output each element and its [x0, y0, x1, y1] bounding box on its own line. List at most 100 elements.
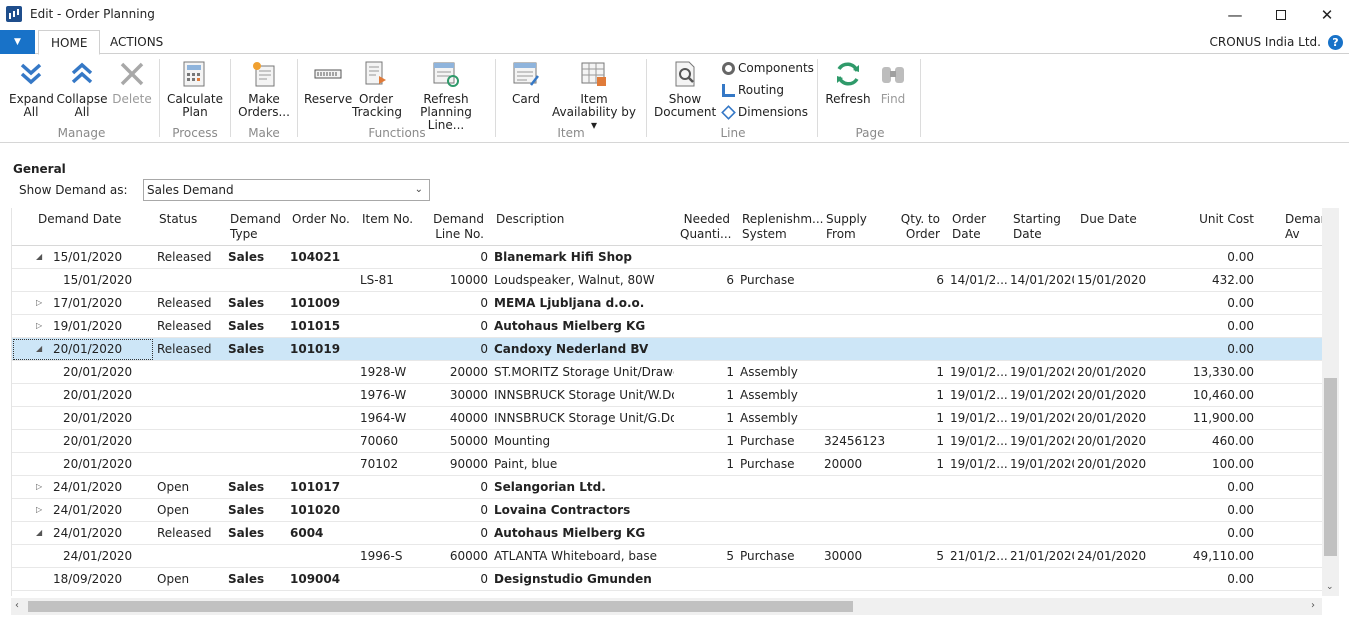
- column-header-demand-date[interactable]: Demand Date: [38, 212, 121, 227]
- cell-replenishment-system[interactable]: Assembly: [740, 407, 820, 430]
- cell-order-date[interactable]: 19/01/2...: [950, 361, 1010, 384]
- cell-demand-date[interactable]: 20/01/2020: [63, 384, 153, 407]
- cell-due-date[interactable]: [1077, 568, 1147, 591]
- cell-qty-to-order[interactable]: [892, 568, 944, 591]
- cell-unit-cost[interactable]: 13,330.00: [1162, 361, 1254, 384]
- cell-demand-date[interactable]: 20/01/2020: [63, 407, 153, 430]
- cell-demand-date[interactable]: 17/01/2020: [53, 292, 143, 315]
- expand-row-icon[interactable]: ▷: [36, 315, 42, 338]
- cell-demand-line-no[interactable]: 0: [426, 499, 488, 522]
- components-button[interactable]: Components: [722, 61, 814, 75]
- cell-description[interactable]: ST.MORITZ Storage Unit/Drawers: [494, 361, 674, 384]
- cell-demand-date[interactable]: 24/01/2020: [53, 522, 143, 545]
- cell-starting-date[interactable]: [1010, 499, 1074, 522]
- expand-row-icon[interactable]: ▷: [36, 292, 42, 315]
- cell-supply-from[interactable]: [824, 361, 890, 384]
- cell-order-date[interactable]: 21/01/2...: [950, 545, 1010, 568]
- cell-demand-date[interactable]: 20/01/2020: [63, 361, 153, 384]
- cell-supply-from[interactable]: [824, 246, 890, 269]
- cell-qty-to-order[interactable]: 1: [892, 407, 944, 430]
- cell-item-no[interactable]: LS-81: [360, 269, 426, 292]
- cell-unit-cost[interactable]: 0.00: [1162, 499, 1254, 522]
- reserve-button[interactable]: Reserve: [304, 59, 352, 106]
- tab-home[interactable]: HOME: [38, 30, 101, 55]
- cell-starting-date[interactable]: [1010, 315, 1074, 338]
- cell-qty-to-order[interactable]: 1: [892, 384, 944, 407]
- cell-qty-to-order[interactable]: [892, 522, 944, 545]
- vertical-scroll-thumb[interactable]: [1324, 378, 1337, 556]
- cell-demand-type[interactable]: [228, 545, 286, 568]
- cell-replenishment-system[interactable]: [740, 522, 820, 545]
- cell-item-no[interactable]: 1976-W: [360, 384, 426, 407]
- cell-description[interactable]: INNSBRUCK Storage Unit/G.Door: [494, 407, 674, 430]
- cell-order-no[interactable]: [290, 361, 356, 384]
- cell-needed-quantity[interactable]: 6: [680, 269, 734, 292]
- cell-order-date[interactable]: 19/01/2...: [950, 430, 1010, 453]
- collapse-row-icon[interactable]: ◢: [36, 522, 42, 545]
- cell-item-no[interactable]: 70060: [360, 430, 426, 453]
- scroll-right-icon[interactable]: ›: [1311, 600, 1315, 611]
- cell-order-no[interactable]: [290, 269, 356, 292]
- cell-demand-type[interactable]: Sales: [228, 476, 286, 499]
- cell-unit-cost[interactable]: 0.00: [1162, 246, 1254, 269]
- cell-starting-date[interactable]: 19/01/2020: [1010, 407, 1074, 430]
- item-availability-by-button[interactable]: Item Availability by ▾: [552, 59, 636, 132]
- delete-button[interactable]: Delete: [112, 59, 152, 106]
- cell-replenishment-system[interactable]: Purchase: [740, 545, 820, 568]
- expand-row-icon[interactable]: ▷: [36, 476, 42, 499]
- cell-unit-cost[interactable]: 11,900.00: [1162, 407, 1254, 430]
- cell-demand-type[interactable]: Sales: [228, 315, 286, 338]
- cell-item-no[interactable]: 1996-S: [360, 545, 426, 568]
- cell-supply-from[interactable]: [824, 292, 890, 315]
- table-row[interactable]: ◢ 20/01/2020 Released Sales 101019 0 Candoxy N…: [12, 338, 1322, 361]
- collapse-row-icon[interactable]: ◢: [36, 246, 42, 269]
- cell-replenishment-system[interactable]: Purchase: [740, 453, 820, 476]
- cell-due-date[interactable]: 24/01/2020: [1077, 545, 1147, 568]
- maximize-button[interactable]: [1258, 0, 1304, 30]
- table-row[interactable]: ◢ 24/01/2020 Released Sales 6004 0 Autohaus Mi…: [12, 522, 1322, 545]
- cell-order-no[interactable]: 101015: [290, 315, 356, 338]
- cell-demand-date[interactable]: 24/01/2020: [53, 499, 143, 522]
- cell-status[interactable]: Released: [157, 315, 225, 338]
- cell-demand-type[interactable]: [228, 384, 286, 407]
- collapse-all-button[interactable]: Collapse All: [56, 59, 108, 119]
- cell-demand-type[interactable]: Sales: [228, 338, 286, 361]
- cell-status[interactable]: Open: [157, 568, 225, 591]
- cell-supply-from[interactable]: 20000: [824, 453, 890, 476]
- cell-demand-line-no[interactable]: 50000: [426, 430, 488, 453]
- cell-order-no[interactable]: [290, 384, 356, 407]
- cell-starting-date[interactable]: [1010, 568, 1074, 591]
- cell-order-no[interactable]: 109004: [290, 568, 356, 591]
- cell-qty-to-order[interactable]: 6: [892, 269, 944, 292]
- cell-replenishment-system[interactable]: [740, 338, 820, 361]
- expand-all-button[interactable]: Expand All: [9, 59, 54, 119]
- cell-supply-from[interactable]: [824, 476, 890, 499]
- cell-needed-quantity[interactable]: 1: [680, 384, 734, 407]
- cell-order-date[interactable]: 14/01/2...: [950, 269, 1010, 292]
- cell-demand-type[interactable]: Sales: [228, 246, 286, 269]
- cell-unit-cost[interactable]: 100.00: [1162, 453, 1254, 476]
- cell-order-date[interactable]: 19/01/2...: [950, 453, 1010, 476]
- cell-description[interactable]: Blanemark Hifi Shop: [494, 246, 674, 269]
- cell-item-no[interactable]: [360, 499, 426, 522]
- cell-supply-from[interactable]: [824, 269, 890, 292]
- cell-qty-to-order[interactable]: 1: [892, 430, 944, 453]
- cell-qty-to-order[interactable]: 1: [892, 361, 944, 384]
- scroll-left-icon[interactable]: ‹: [15, 600, 19, 611]
- cell-needed-quantity[interactable]: [680, 499, 734, 522]
- cell-demand-line-no[interactable]: 20000: [426, 361, 488, 384]
- cell-order-date[interactable]: 19/01/2...: [950, 384, 1010, 407]
- cell-due-date[interactable]: 20/01/2020: [1077, 453, 1147, 476]
- table-row[interactable]: 20/01/2020 1964-W 40000 INNSBRUCK Storage U…: [12, 407, 1322, 430]
- dimensions-button[interactable]: Dimensions: [721, 104, 808, 120]
- scroll-down-icon[interactable]: ⌄: [1326, 582, 1334, 592]
- cell-due-date[interactable]: 15/01/2020: [1077, 269, 1147, 292]
- cell-item-no[interactable]: [360, 315, 426, 338]
- column-header-description[interactable]: Description: [496, 212, 564, 227]
- find-button[interactable]: Find: [874, 59, 912, 106]
- cell-due-date[interactable]: [1077, 246, 1147, 269]
- cell-starting-date[interactable]: [1010, 476, 1074, 499]
- cell-order-no[interactable]: 101019: [290, 338, 356, 361]
- cell-status[interactable]: Released: [157, 292, 225, 315]
- cell-unit-cost[interactable]: 0.00: [1162, 315, 1254, 338]
